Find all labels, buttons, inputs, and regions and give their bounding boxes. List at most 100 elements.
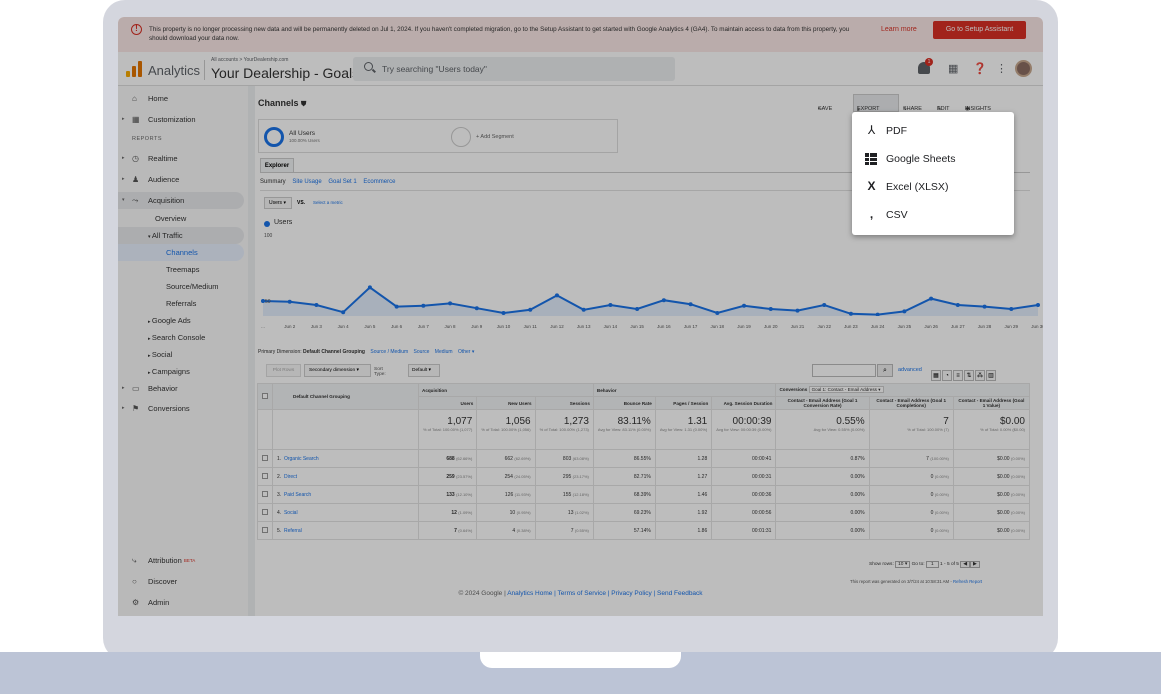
next-page-button[interactable]: ▶ [970,561,980,568]
subtab-ecommerce[interactable]: Ecommerce [363,179,395,185]
channel-link[interactable]: Paid Search [284,492,311,498]
performance-view-icon[interactable]: ≡ [953,370,963,381]
table-search-input[interactable] [812,364,876,377]
column-header[interactable]: Contact - Email Address (Goal 1 Completi… [868,396,954,410]
row-checkbox[interactable] [257,503,273,522]
column-header[interactable]: New Users [476,396,536,410]
data-point[interactable] [902,309,907,314]
data-view-icon[interactable]: ▦ [931,370,941,381]
data-point[interactable] [394,304,399,309]
pivot-view-icon[interactable]: ▥ [986,370,996,381]
channel-link[interactable]: Referral [284,528,302,534]
data-point[interactable] [501,311,506,315]
dimension-link-medium[interactable]: Medium [435,349,453,355]
metric-select[interactable]: Users ▾ [264,197,292,209]
tab-explorer[interactable]: Explorer [260,158,294,172]
data-point[interactable] [448,301,453,306]
refresh-report-link[interactable]: Refresh Report [953,579,982,584]
column-header[interactable]: Pages / Session [654,396,713,410]
row-checkbox[interactable] [257,449,273,468]
sidebar-item-channels[interactable]: Channels [118,244,244,261]
row-checkbox[interactable] [257,521,273,540]
property-selector[interactable]: Your Dealership - Goals ▾ [211,65,367,81]
users-line-chart[interactable]: 50 [255,236,1043,316]
table-row[interactable]: 5. Referral 7 (0.64%) 4 (0.38%) 7 (0.55%) 57… [257,521,1031,540]
apps-grid-icon[interactable]: ▦ [948,62,958,75]
sort-type-select[interactable]: Default ▾ [408,364,440,377]
table-row[interactable]: 4. Social 12 (1.09%) 10 (0.95%) 13 (1.02%) 6… [257,503,1031,522]
data-point[interactable] [929,296,934,301]
prev-page-button[interactable]: ◀ [960,561,970,568]
table-search-button[interactable]: ⌕ [877,364,893,377]
data-point[interactable] [314,303,319,307]
add-segment-button[interactable]: + Add Segment [476,134,514,140]
data-point[interactable] [688,302,693,307]
help-icon[interactable]: ❓ [973,62,987,75]
dimension-link-source[interactable]: Source [414,349,430,355]
dimension-link-source-medium[interactable]: Source / Medium [370,349,408,355]
learn-more-link[interactable]: Learn more [881,25,917,34]
data-point[interactable] [474,306,479,311]
data-point[interactable] [367,285,372,290]
subtab-site-usage[interactable]: Site Usage [292,179,321,185]
data-point[interactable] [635,307,640,311]
channel-link[interactable]: Social [284,510,298,516]
export-csv-item[interactable]: , CSV [852,201,1014,229]
column-header[interactable]: Contact - Email Address (Goal 1 Conversi… [775,396,870,410]
sidebar-item-all-traffic[interactable]: ▾ All Traffic [118,227,244,244]
table-row[interactable]: 2. Direct 259 (23.57%) 254 (24.05%) 295 (23… [257,467,1031,486]
show-rows-select[interactable]: 10 ▾ [895,561,911,568]
subtab-summary[interactable]: Summary [260,179,286,185]
select-all-checkbox[interactable] [257,383,273,410]
goal-select[interactable]: Goal 1: Contact - Email Address ▾ [808,386,884,393]
data-point[interactable] [1036,303,1040,307]
data-point[interactable] [795,308,800,313]
plot-rows-button[interactable]: Plot Rows [266,364,301,377]
data-point[interactable] [955,303,960,307]
dimension-header[interactable]: Default Channel Grouping [272,383,419,410]
data-point[interactable] [528,307,533,312]
data-point[interactable] [1009,307,1014,311]
row-checkbox[interactable] [257,467,273,486]
comparison-view-icon[interactable]: ⇅ [964,370,974,381]
column-header[interactable]: Bounce Rate [592,396,656,410]
data-point[interactable] [875,312,880,316]
data-point[interactable] [768,307,773,311]
segment-name[interactable]: All Users [289,130,315,137]
avatar[interactable] [1015,60,1032,77]
data-point[interactable] [742,303,747,308]
export-pdf-item[interactable]: ⅄ PDF [852,117,1014,145]
account-breadcrumb[interactable]: All accounts > YourDealership.com [211,57,288,63]
column-header[interactable]: Contact - Email Address (Goal 1 Value) [952,396,1031,410]
data-point[interactable] [848,311,853,316]
advanced-filter-link[interactable]: advanced [898,367,922,373]
table-row[interactable]: 3. Paid Search 133 (12.10%) 126 (11.93%) 15… [257,485,1031,504]
data-point[interactable] [581,307,586,312]
data-point[interactable] [982,304,987,309]
data-point[interactable] [287,299,292,304]
table-row[interactable]: 1. Organic Search 688 (62.66%) 662 (62.69%… [257,449,1031,468]
data-point[interactable] [661,298,666,303]
add-segment-circle-icon[interactable] [451,127,471,147]
goto-input[interactable]: 1 [926,561,939,568]
setup-assistant-button[interactable]: Go to Setup Assistant [933,21,1026,39]
data-point[interactable] [822,303,827,307]
data-point[interactable] [341,310,346,315]
data-point[interactable] [421,303,426,308]
column-header[interactable]: Users [417,396,478,410]
segment-circle-icon[interactable] [264,127,284,147]
dimension-link-other[interactable]: Other ▾ [458,349,474,355]
percentage-view-icon[interactable]: ◔ [942,370,952,381]
data-point[interactable] [608,303,613,307]
sidebar-item-acquisition[interactable]: ▾ ⤳ Acquisition [118,192,244,209]
channel-link[interactable]: Organic Search [284,456,319,462]
term-cloud-icon[interactable]: ⁂ [975,370,985,381]
column-header[interactable]: Sessions [534,396,594,410]
column-header[interactable]: Avg. Session Duration [711,396,777,410]
row-checkbox[interactable] [257,485,273,504]
footer-links[interactable]: Analytics Home | Terms of Service | Priv… [507,590,702,597]
export-excel-item[interactable]: X Excel (XLSX) [852,173,1014,201]
more-vert-icon[interactable]: ⋮ [996,62,1007,75]
search-bar[interactable]: Try searching "Users today" [353,57,675,81]
subtab-goal-set-1[interactable]: Goal Set 1 [328,179,356,185]
